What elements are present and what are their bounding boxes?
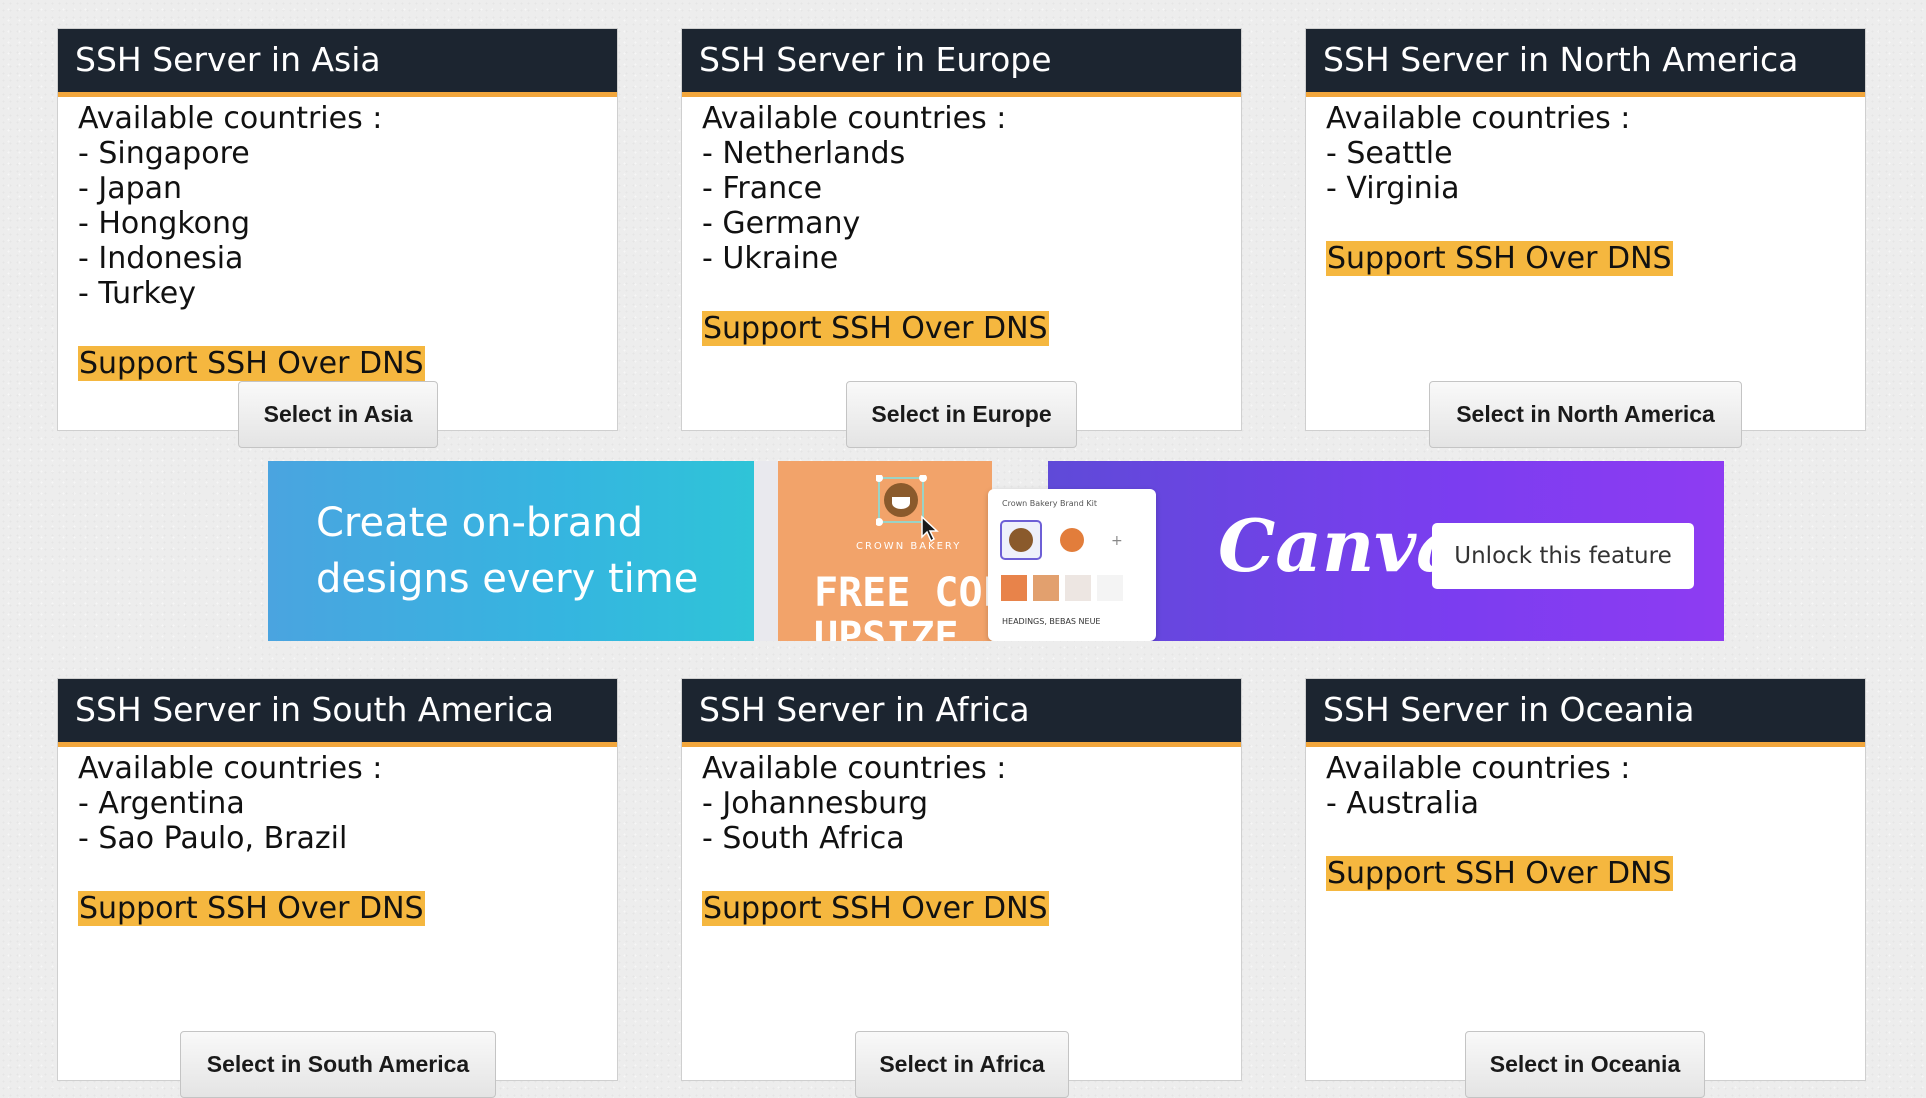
brand-kit-title: Crown Bakery Brand Kit: [1002, 499, 1097, 508]
server-card-north-america: SSH Server in North America Available co…: [1305, 28, 1866, 431]
dns-support-badge: Support SSH Over DNS: [702, 891, 1049, 926]
card-title: SSH Server in Oceania: [1306, 679, 1865, 747]
server-card-south-america: SSH Server in South America Available co…: [57, 678, 618, 1081]
country-item: - Singapore: [78, 136, 250, 171]
card-title: SSH Server in South America: [58, 679, 617, 747]
server-card-asia: SSH Server in Asia Available countries :…: [57, 28, 618, 431]
canva-ad-banner[interactable]: Create on-brand designs every time CROWN…: [268, 461, 1724, 641]
ad-brand-kit-panel: Crown Bakery Brand Kit + HEADINGS, BEBAS…: [988, 489, 1156, 641]
country-item: - Ukraine: [702, 241, 839, 276]
server-card-europe: SSH Server in Europe Available countries…: [681, 28, 1242, 431]
select-north-america-button[interactable]: Select in North America: [1429, 381, 1742, 448]
country-item: - Japan: [78, 171, 183, 206]
ad-bakery-label: CROWN BAKERY: [856, 541, 962, 552]
card-body: Available countries : - Seattle - Virgin…: [1306, 97, 1865, 276]
canva-logo: Canva: [1218, 503, 1463, 588]
card-title: SSH Server in Africa: [682, 679, 1241, 747]
dns-support-badge: Support SSH Over DNS: [1326, 241, 1673, 276]
ad-headline-line2: designs every time: [316, 556, 699, 602]
available-countries-label: Available countries :: [1326, 101, 1631, 136]
brand-kit-fonts: HEADINGS, BEBAS NEUE: [1002, 617, 1101, 626]
brand-kit-swatches: +: [1000, 520, 1123, 601]
country-item: - France: [702, 171, 823, 206]
available-countries-label: Available countries :: [702, 751, 1007, 786]
ad-left-panel: Create on-brand designs every time: [268, 461, 754, 641]
country-item: - Johannesburg: [702, 786, 928, 821]
country-item: - Turkey: [78, 276, 196, 311]
card-title: SSH Server in Europe: [682, 29, 1241, 97]
dns-support-badge: Support SSH Over DNS: [78, 346, 425, 381]
dns-support-badge: Support SSH Over DNS: [78, 891, 425, 926]
select-asia-button[interactable]: Select in Asia: [238, 381, 438, 448]
country-item: - Seattle: [1326, 136, 1453, 171]
card-body: Available countries : - Argentina - Sao …: [58, 747, 617, 926]
card-body: Available countries : - Singapore - Japa…: [58, 97, 617, 381]
available-countries-label: Available countries :: [702, 101, 1007, 136]
country-item: - South Africa: [702, 821, 905, 856]
available-countries-label: Available countries :: [1326, 751, 1631, 786]
dns-support-badge: Support SSH Over DNS: [702, 311, 1049, 346]
server-card-oceania: SSH Server in Oceania Available countrie…: [1305, 678, 1866, 1081]
server-card-africa: SSH Server in Africa Available countries…: [681, 678, 1242, 1081]
ad-bakery-poster: CROWN BAKERY FREE COFFEE UPSIZE: [778, 461, 992, 641]
country-item: - Indonesia: [78, 241, 244, 276]
card-title: SSH Server in Asia: [58, 29, 617, 97]
card-body: Available countries : - Johannesburg - S…: [682, 747, 1241, 926]
ad-headline-line1: Create on-brand: [316, 500, 643, 546]
ad-promo-line1: FREE COFFEE: [814, 570, 992, 616]
country-item: - Netherlands: [702, 136, 906, 171]
card-body: Available countries : - Australia Suppor…: [1306, 747, 1865, 891]
plus-icon: +: [1111, 533, 1123, 549]
country-item: - Virginia: [1326, 171, 1460, 206]
mouse-pointer-icon: [921, 515, 939, 543]
country-item: - Sao Paulo, Brazil: [78, 821, 348, 856]
country-item: - Australia: [1326, 786, 1480, 821]
card-title: SSH Server in North America: [1306, 29, 1865, 97]
ad-headline: Create on-brand designs every time: [316, 495, 698, 607]
card-body: Available countries : - Netherlands - Fr…: [682, 97, 1241, 346]
available-countries-label: Available countries :: [78, 751, 383, 786]
unlock-feature-button[interactable]: Unlock this feature: [1432, 523, 1694, 589]
select-europe-button[interactable]: Select in Europe: [846, 381, 1077, 448]
dns-support-badge: Support SSH Over DNS: [1326, 856, 1673, 891]
ad-promo-text: FREE COFFEE UPSIZE: [814, 571, 992, 641]
ad-promo-line2: UPSIZE: [814, 614, 959, 641]
ad-divider: [754, 461, 778, 641]
country-item: - Argentina: [78, 786, 245, 821]
available-countries-label: Available countries :: [78, 101, 383, 136]
country-item: - Hongkong: [78, 206, 251, 241]
country-item: - Germany: [702, 206, 861, 241]
